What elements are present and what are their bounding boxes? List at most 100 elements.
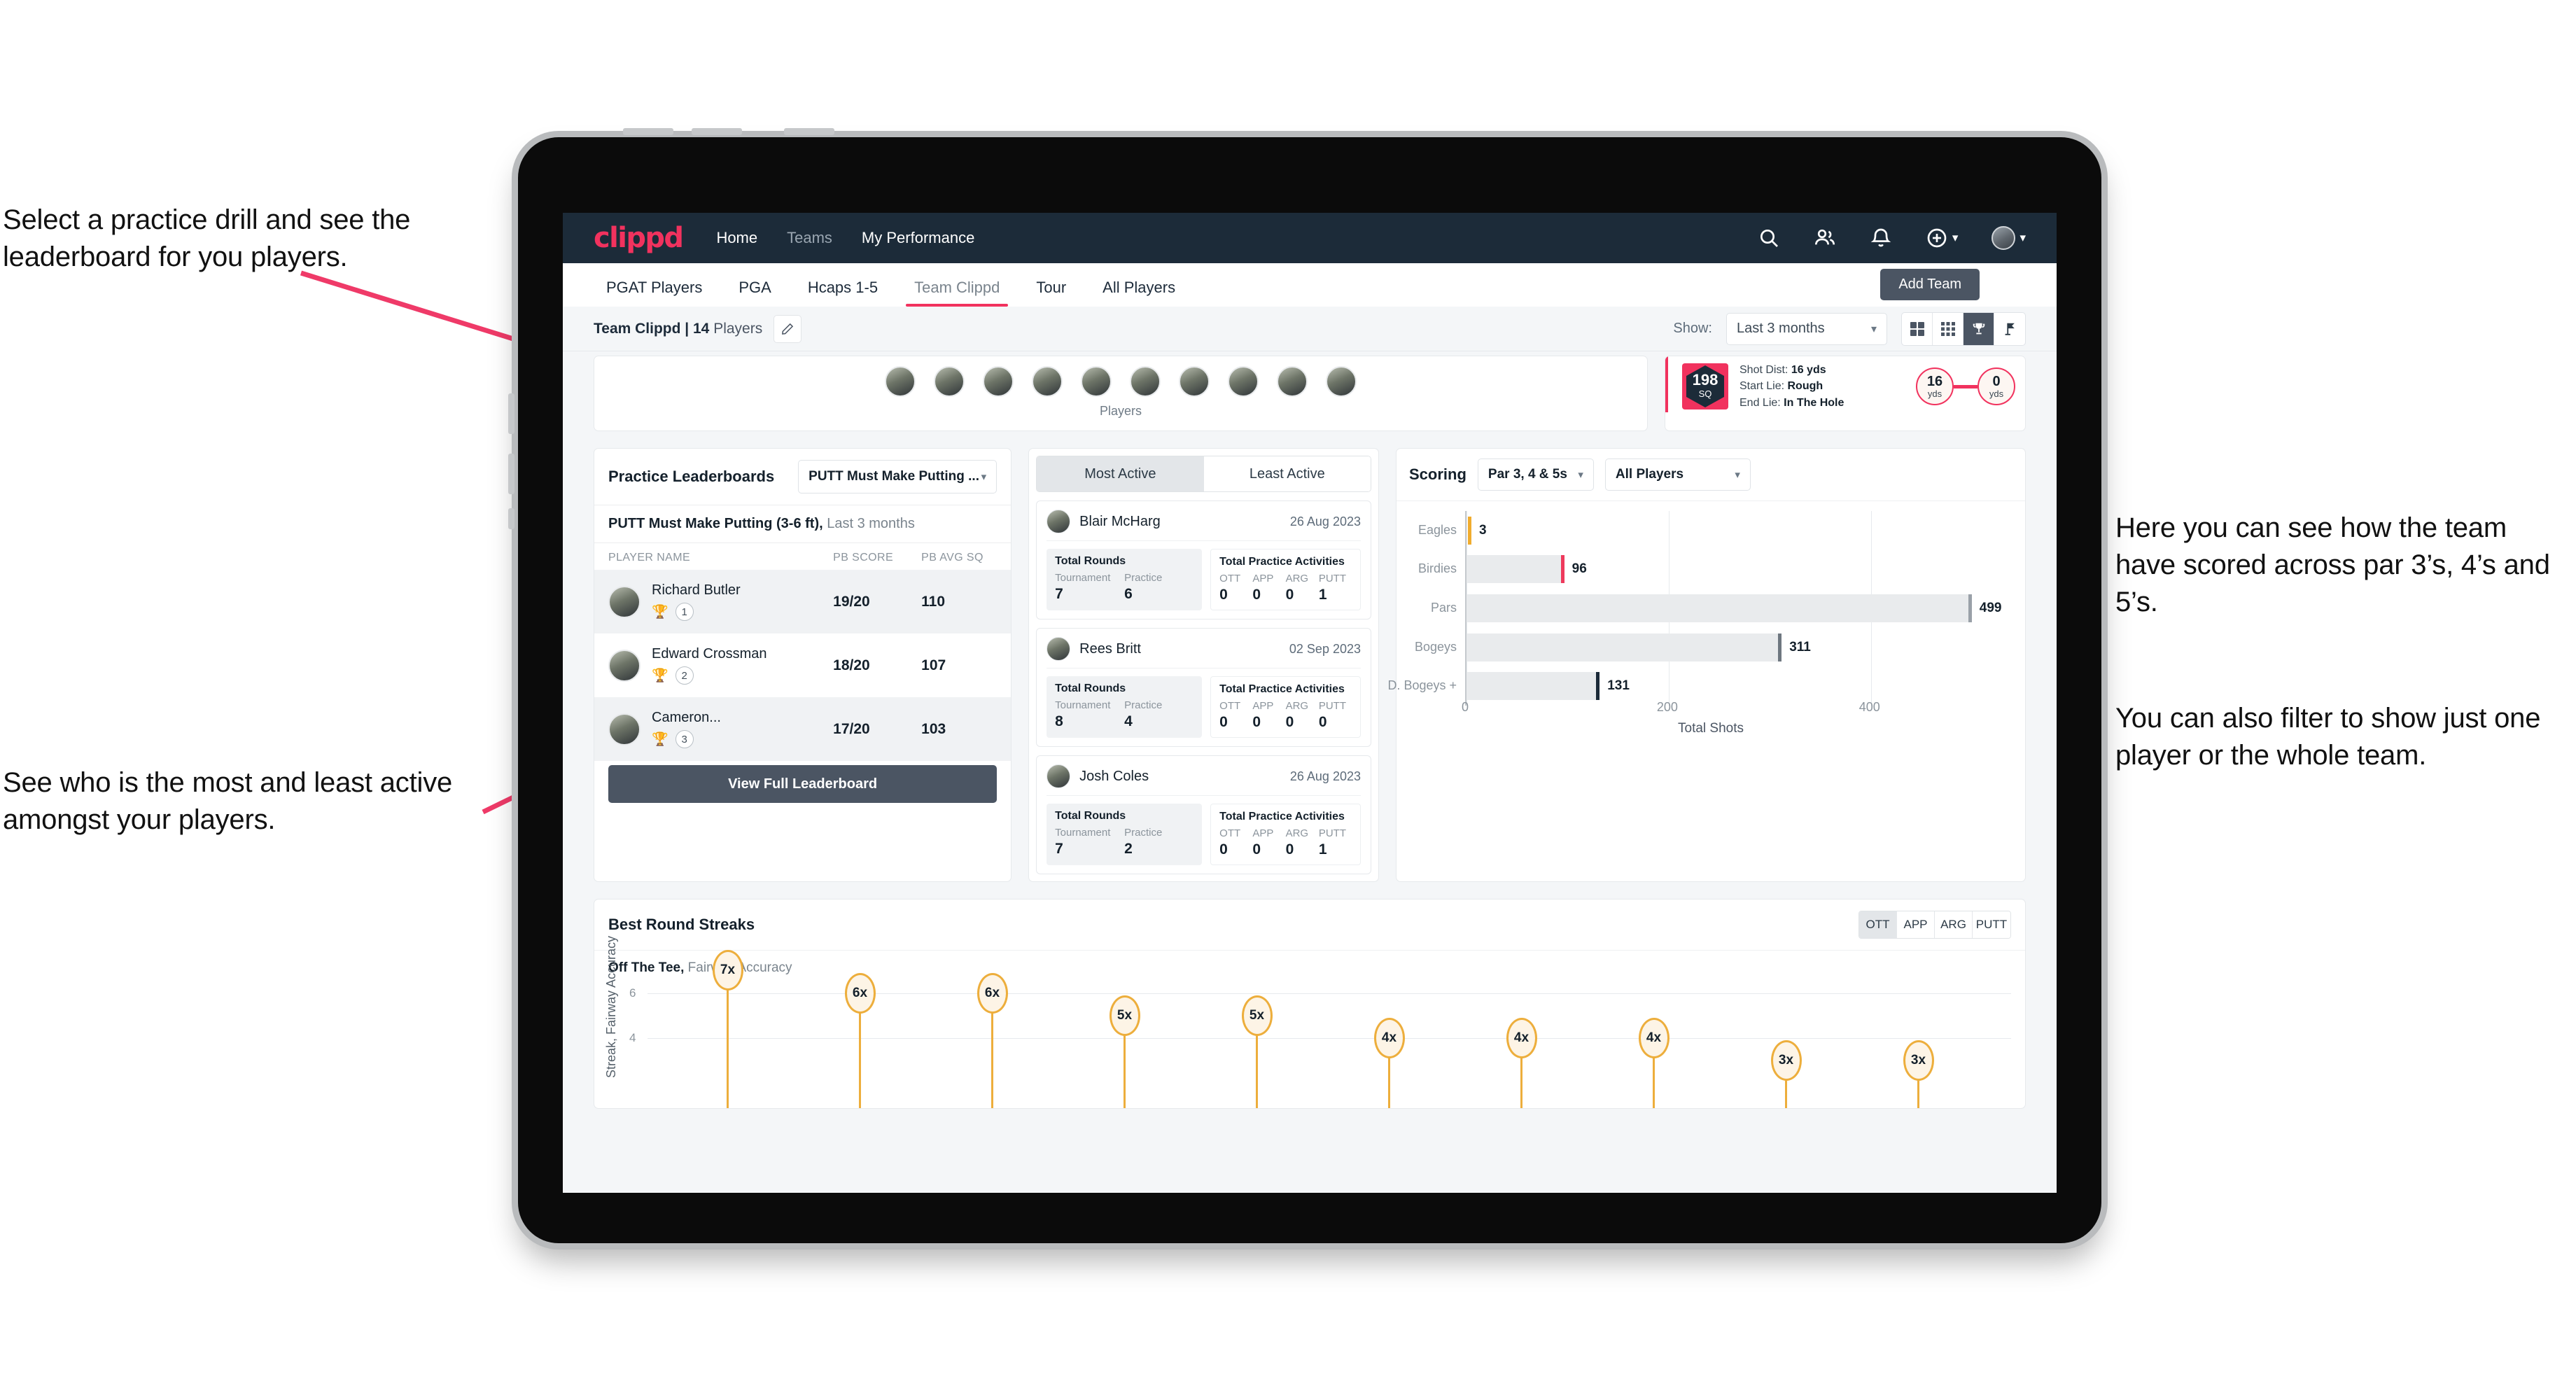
pb-avg-sq: 107 xyxy=(921,657,946,673)
drill-select-value: PUTT Must Make Putting ... xyxy=(808,469,979,484)
drill-select[interactable]: PUTT Must Make Putting ... ▾ xyxy=(798,460,997,493)
y-axis-tick: 4 xyxy=(629,1031,636,1044)
end-distance-unit: yds xyxy=(1989,388,2004,399)
nav-link-my-performance[interactable]: My Performance xyxy=(862,229,974,247)
add-menu[interactable]: ▾ xyxy=(1926,227,1958,249)
par-filter-select[interactable]: Par 3, 4 & 5s ▾ xyxy=(1477,458,1594,491)
profile-menu[interactable]: ▾ xyxy=(1991,226,2026,250)
app-label: APP xyxy=(1252,827,1274,839)
segment-arg[interactable]: ARG xyxy=(1935,911,1973,938)
app-value: 0 xyxy=(1252,714,1261,730)
tab-team-clippd[interactable]: Team Clippd xyxy=(902,279,1012,307)
plus-circle-icon[interactable] xyxy=(1926,227,1948,249)
tab-tour[interactable]: Tour xyxy=(1023,279,1079,307)
bell-icon[interactable] xyxy=(1870,227,1892,249)
lollipop-marker[interactable]: 7x xyxy=(712,950,743,991)
bar-value-label: 131 xyxy=(1607,678,1630,694)
end-distance-circle: 0 yds xyxy=(1977,368,2015,405)
bar-category-label: Eagles xyxy=(1418,522,1457,537)
lollipop-marker[interactable]: 4x xyxy=(1506,1018,1537,1058)
list-item[interactable]: Josh Coles 26 Aug 2023 Total Rounds Tour… xyxy=(1036,755,1371,874)
avatar[interactable] xyxy=(1326,366,1357,397)
avatar[interactable] xyxy=(1081,366,1112,397)
sq-unit: SQ xyxy=(1698,388,1712,399)
team-name: Team Clippd xyxy=(594,320,681,337)
avatar[interactable] xyxy=(1179,366,1210,397)
shot-quality-badge: 198 SQ xyxy=(1682,363,1728,410)
view-mode-group xyxy=(1901,312,2026,346)
ott-value: 0 xyxy=(1219,587,1228,603)
tab-most-active[interactable]: Most Active xyxy=(1037,456,1204,491)
avatar[interactable] xyxy=(1277,366,1308,397)
grid-small-icon[interactable] xyxy=(1933,312,1963,345)
tab-pga[interactable]: PGA xyxy=(726,279,783,307)
golf-flag-icon[interactable] xyxy=(1994,313,2025,345)
table-row[interactable]: Edward Crossman 🏆 2 18/20 107 xyxy=(594,634,1011,697)
end-lie-value: In The Hole xyxy=(1784,396,1844,409)
list-item[interactable]: Blair McHarg 26 Aug 2023 Total Rounds To… xyxy=(1036,500,1371,620)
lollipop-marker[interactable]: 3x xyxy=(1903,1040,1934,1082)
lollipop-marker[interactable]: 6x xyxy=(844,972,876,1014)
tab-pgat-players[interactable]: PGAT Players xyxy=(594,279,715,307)
lollipop-marker[interactable]: 4x xyxy=(1638,1018,1670,1058)
lollipop-marker[interactable]: 5x xyxy=(1241,995,1273,1036)
pb-avg-sq: 103 xyxy=(921,720,946,737)
scoring-plot-area: 3 Eagles 96 Birdies 499 Pars 311 Bogeys 131 D. Bo… xyxy=(1387,511,2011,706)
table-row[interactable]: Cameron... 🏆 3 17/20 103 xyxy=(594,697,1011,761)
best-round-streaks-card: Best Round Streaks OTT APP ARG PUTT Off … xyxy=(594,899,2026,1109)
practice-value: 4 xyxy=(1124,713,1133,729)
avatar[interactable] xyxy=(885,366,916,397)
app-screen: clippd Home Teams My Performance ▾ ▾ PGA… xyxy=(563,213,2057,1193)
segment-putt[interactable]: PUTT xyxy=(1973,911,2010,938)
nav-link-home[interactable]: Home xyxy=(716,229,757,247)
edit-team-button[interactable] xyxy=(774,314,802,343)
add-team-button[interactable]: Add Team xyxy=(1880,269,1980,300)
avatar[interactable] xyxy=(1228,366,1259,397)
lollipop-marker[interactable]: 6x xyxy=(976,972,1008,1014)
column-player-name: PLAYER NAME xyxy=(608,552,691,564)
start-distance-unit: yds xyxy=(1927,388,1942,399)
list-item[interactable]: Rees Britt 02 Sep 2023 Total Rounds Tour… xyxy=(1036,628,1371,747)
player-name: Edward Crossman xyxy=(652,646,767,662)
tab-hcaps-1-5[interactable]: Hcaps 1-5 xyxy=(795,279,890,307)
table-row[interactable]: Richard Butler 🏆 1 19/20 110 xyxy=(594,570,1011,634)
avatar[interactable] xyxy=(1991,226,2016,250)
avatar[interactable] xyxy=(934,366,965,397)
date-range-select[interactable]: Last 3 months ▾ xyxy=(1726,312,1887,345)
player-name: Blair McHarg xyxy=(1079,513,1161,529)
avatar[interactable] xyxy=(1130,366,1161,397)
chevron-down-icon: ▾ xyxy=(981,471,987,483)
tab-all-players[interactable]: All Players xyxy=(1090,279,1188,307)
lollipop-marker[interactable]: 5x xyxy=(1109,995,1140,1036)
shot-accent-bar xyxy=(1665,356,1668,412)
chevron-down-icon: ▾ xyxy=(1870,323,1877,335)
clippd-logo[interactable]: clippd xyxy=(594,222,684,254)
tab-least-active[interactable]: Least Active xyxy=(1203,456,1371,491)
putt-value: 0 xyxy=(1318,714,1327,730)
view-full-leaderboard-button[interactable]: View Full Leaderboard xyxy=(608,765,997,803)
start-lie-value: Rough xyxy=(1787,380,1823,393)
trophy-icon[interactable] xyxy=(1963,312,1994,345)
nav-link-teams[interactable]: Teams xyxy=(787,229,832,247)
avatar[interactable] xyxy=(983,366,1014,397)
bar-end-cap xyxy=(1560,555,1564,584)
annotation-scoring: Here you can see how the team have score… xyxy=(2115,512,2550,617)
show-label: Show: xyxy=(1673,321,1712,336)
search-icon[interactable] xyxy=(1758,227,1780,249)
people-icon[interactable] xyxy=(1814,227,1836,249)
streaks-title: Best Round Streaks xyxy=(608,916,755,933)
chevron-down-icon: ▾ xyxy=(1578,469,1583,481)
bar-end-cap xyxy=(1778,633,1782,662)
last-activity-date: 26 Aug 2023 xyxy=(1289,514,1361,528)
avatar[interactable] xyxy=(1032,366,1063,397)
lollipop-marker[interactable]: 4x xyxy=(1373,1018,1405,1058)
tablet-button-left-2 xyxy=(508,454,514,494)
grid-large-icon[interactable] xyxy=(1902,312,1933,345)
lollipop-marker[interactable]: 3x xyxy=(1770,1040,1802,1082)
segment-ott[interactable]: OTT xyxy=(1859,911,1897,938)
player-filter-select[interactable]: All Players ▾ xyxy=(1604,458,1751,491)
segment-app[interactable]: APP xyxy=(1897,911,1935,938)
x-axis-title: Total Shots xyxy=(1678,721,1744,736)
avatar xyxy=(1046,764,1071,788)
bar-category-label: Pars xyxy=(1430,601,1457,615)
